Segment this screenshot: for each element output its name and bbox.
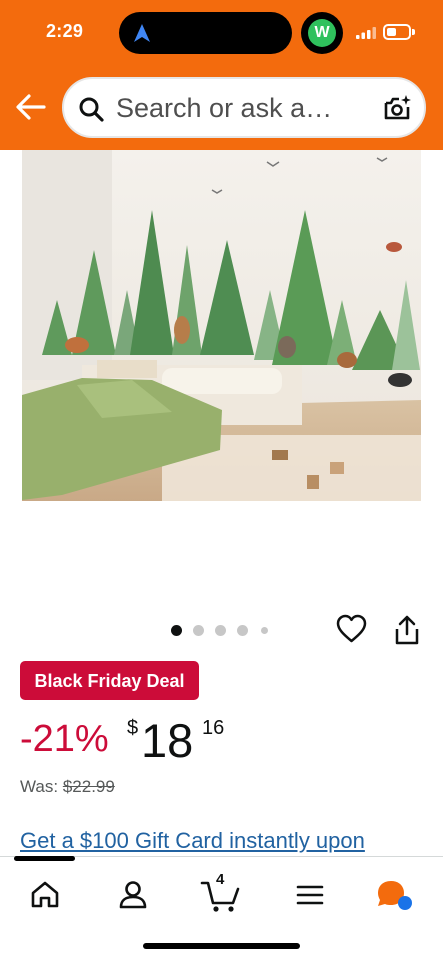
price-fraction: 16	[202, 717, 225, 739]
search-placeholder: Search or ask a…	[116, 93, 333, 123]
status-time: 2:29	[46, 21, 84, 41]
bottom-nav: 4	[0, 856, 443, 960]
discount-percent: -21%	[20, 718, 109, 760]
was-price: $22.99	[62, 777, 115, 796]
carousel-dot[interactable]	[215, 625, 226, 636]
carousel-dot[interactable]	[193, 625, 204, 636]
cart-count: 4	[216, 871, 225, 888]
price-whole: 18	[141, 714, 194, 767]
gift-card-promo-link[interactable]: Get a $100 Gift Card instantly upon	[20, 828, 365, 854]
search-input[interactable]: Search or ask a…	[62, 77, 426, 138]
deal-badge: Black Friday Deal	[20, 661, 199, 700]
dynamic-island	[119, 12, 292, 54]
home-indicator	[143, 943, 300, 949]
carousel-dot[interactable]	[171, 625, 182, 636]
price-currency: $	[127, 717, 139, 739]
battery-tip	[412, 29, 415, 35]
vpn-app-icon: W	[308, 19, 336, 47]
was-price-row: Was: $22.99	[20, 777, 115, 797]
camera-search-icon[interactable]	[382, 93, 412, 123]
home-icon[interactable]	[25, 875, 65, 915]
search-icon	[79, 97, 104, 122]
product-image[interactable]	[22, 150, 421, 501]
share-icon[interactable]	[394, 614, 420, 646]
menu-icon[interactable]	[290, 875, 330, 915]
navigation-arrow-icon	[134, 24, 150, 42]
carousel-dot[interactable]	[261, 627, 268, 634]
was-label: Was:	[20, 777, 59, 796]
heart-icon[interactable]	[336, 614, 367, 644]
app-indicator: W	[301, 12, 343, 54]
back-arrow-icon[interactable]	[14, 90, 48, 124]
rufus-icon[interactable]	[375, 875, 415, 915]
active-tab-indicator	[14, 856, 75, 861]
header: 2:29 W Search or ask a…	[0, 0, 443, 150]
battery-icon	[383, 24, 411, 40]
cart-button[interactable]: 4	[200, 871, 244, 915]
account-icon[interactable]	[113, 875, 153, 915]
carousel-dot[interactable]	[237, 625, 248, 636]
signal-icon	[356, 27, 376, 39]
